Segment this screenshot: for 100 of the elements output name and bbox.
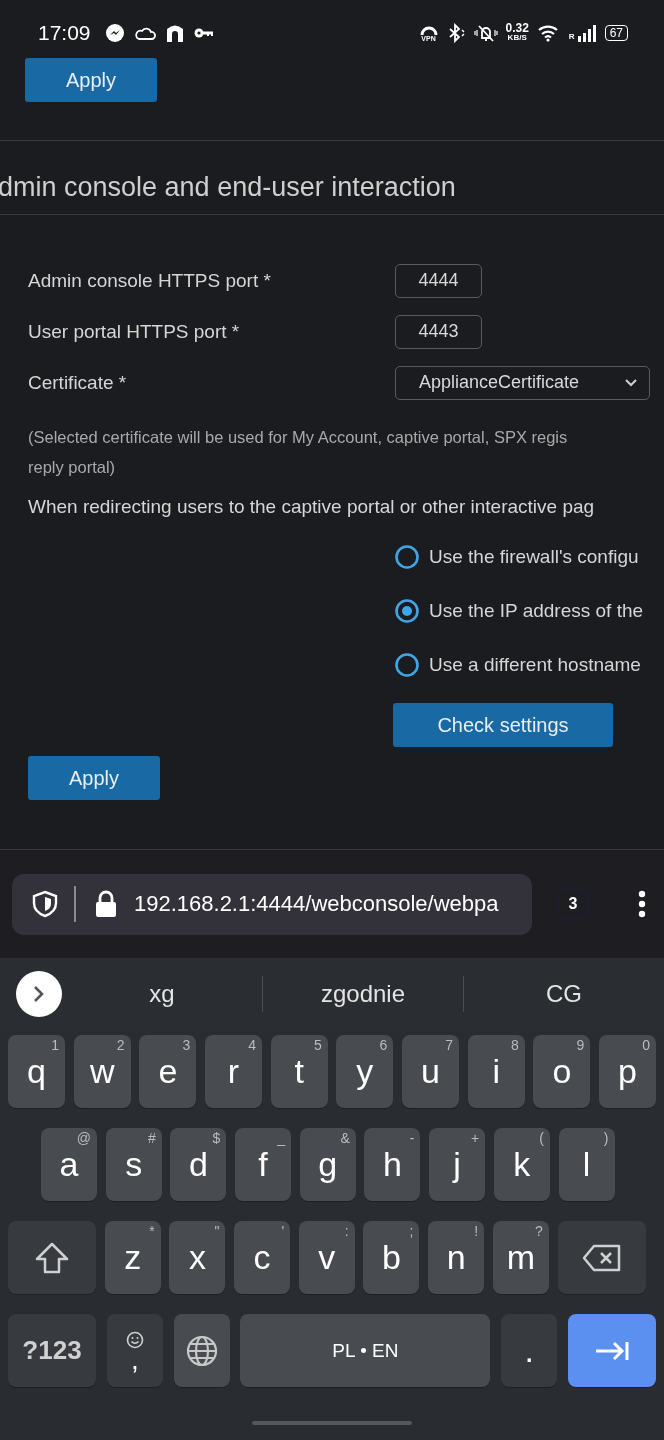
letter-key[interactable]: s # <box>105 1128 162 1201</box>
letter-key[interactable]: w 2 <box>73 1035 131 1108</box>
roaming-label: R <box>568 32 575 41</box>
key-hint: ' <box>281 1224 285 1238</box>
suggestion[interactable]: zgodnie <box>263 980 463 1008</box>
shift-key[interactable] <box>8 1221 96 1294</box>
field-label: User portal HTTPS port * <box>28 320 241 343</box>
letter-key[interactable]: x " <box>169 1221 226 1294</box>
chevron-right-icon <box>33 985 45 1003</box>
option-label: Use the firewall's configu <box>429 546 639 568</box>
tab-arrow-icon <box>594 1339 630 1362</box>
section-title: dmin console and end-user interaction <box>0 171 457 204</box>
field-label: Admin console HTTPS port * <box>28 269 272 292</box>
port-field[interactable]: 4444 <box>395 263 482 298</box>
key-hint: 2 <box>116 1038 125 1052</box>
key-hint: 9 <box>576 1038 585 1052</box>
period-key[interactable]: . <box>501 1314 558 1387</box>
letter-key[interactable]: j + <box>429 1128 486 1201</box>
backspace-icon <box>581 1242 622 1273</box>
speed-unit: KB/S <box>507 33 527 43</box>
field-label: Certificate * <box>28 371 128 394</box>
cloud-icon <box>133 25 156 41</box>
letter-key[interactable]: t 5 <box>270 1035 328 1108</box>
letter-key[interactable]: g & <box>299 1128 356 1201</box>
key-hint: # <box>147 1131 156 1145</box>
space-key[interactable]: PL • EN <box>240 1314 491 1387</box>
key-hint: - <box>409 1131 415 1145</box>
key-hint: ! <box>474 1224 479 1238</box>
globe-icon <box>185 1334 218 1367</box>
letter-key[interactable]: r 4 <box>205 1035 262 1108</box>
expand-button[interactable] <box>16 971 62 1017</box>
letter-key[interactable]: p 0 <box>599 1035 657 1108</box>
letter-key[interactable]: e 3 <box>139 1035 197 1108</box>
backspace-key[interactable] <box>557 1221 646 1294</box>
gate-icon <box>164 23 185 43</box>
key-hint: ) <box>603 1131 609 1145</box>
check-settings-button[interactable]: Check settings <box>393 703 613 747</box>
key-hint: & <box>340 1131 350 1145</box>
suggestion[interactable]: CG <box>464 980 664 1008</box>
option-label: Use the IP address of the <box>429 600 644 622</box>
port-field[interactable]: 4443 <box>395 314 482 349</box>
clock: 17:09 <box>38 21 91 45</box>
muted-bell-icon <box>473 23 498 43</box>
key-hint: ? <box>535 1224 543 1238</box>
network-speed: 0.32 <box>505 23 529 33</box>
tab-count[interactable]: 3 <box>558 889 588 919</box>
lock-icon <box>94 890 118 918</box>
key-hint: + <box>470 1131 480 1145</box>
letter-key[interactable]: q 1 <box>8 1035 65 1108</box>
key-hint: @ <box>76 1131 91 1145</box>
key-hint: 4 <box>248 1038 256 1052</box>
letter-key[interactable]: o 9 <box>533 1035 591 1108</box>
radio-button[interactable] <box>395 653 419 677</box>
key-hint: 6 <box>379 1038 388 1052</box>
letter-key[interactable]: y 6 <box>336 1035 394 1108</box>
redirect-prompt: When redirecting users to the captive portal or other interactive pag <box>28 496 596 518</box>
letter-key[interactable]: b ; <box>363 1221 420 1294</box>
letter-key[interactable]: d $ <box>170 1128 227 1201</box>
key-hint: * <box>149 1224 155 1238</box>
letter-key[interactable]: h - <box>364 1128 421 1201</box>
option-label: Use a different hostname <box>429 654 641 676</box>
language-key[interactable] <box>173 1314 230 1387</box>
letter-key[interactable]: m ? <box>492 1221 549 1294</box>
key-hint: " <box>214 1224 220 1238</box>
apply-button[interactable]: Apply <box>28 756 160 800</box>
letter-key[interactable]: v : <box>298 1221 355 1294</box>
next-key[interactable] <box>568 1314 656 1387</box>
key-hint: _ <box>277 1131 286 1145</box>
key-hint: ( <box>539 1131 544 1145</box>
letter-key[interactable]: u 7 <box>402 1035 459 1108</box>
key-icon <box>193 27 214 39</box>
radio-button[interactable] <box>395 545 419 569</box>
certificate-dropdown[interactable]: ApplianceCertificate <box>395 365 650 400</box>
radio-button[interactable] <box>395 599 419 623</box>
shift-icon <box>34 1240 70 1275</box>
signal-icon <box>576 24 597 42</box>
key-hint: : <box>344 1224 349 1238</box>
letter-key[interactable]: f _ <box>235 1128 292 1201</box>
key-hint: 3 <box>182 1038 191 1052</box>
key-hint: 8 <box>510 1038 519 1052</box>
note-text: reply portal) <box>28 457 117 478</box>
symbols-key[interactable]: ?123 <box>8 1314 96 1387</box>
letter-key[interactable]: z * <box>104 1221 161 1294</box>
emoji-icon <box>125 1330 144 1349</box>
letter-key[interactable]: a @ <box>41 1128 97 1201</box>
apply-button[interactable]: Apply <box>25 58 157 102</box>
key-hint: 7 <box>445 1038 453 1052</box>
key-hint: 1 <box>51 1038 59 1052</box>
shield-icon <box>32 890 58 918</box>
letter-key[interactable]: k ( <box>493 1128 550 1201</box>
suggestion[interactable]: xg <box>62 980 262 1008</box>
key-hint: ; <box>409 1224 414 1238</box>
key-hint: $ <box>212 1131 221 1145</box>
letter-key[interactable]: c ' <box>234 1221 291 1294</box>
note-text: (Selected certificate will be used for My Account, captive portal, SPX regis <box>28 427 569 448</box>
letter-key[interactable]: l ) <box>558 1128 615 1201</box>
letter-key[interactable]: i 8 <box>467 1035 525 1108</box>
address-bar[interactable]: 192.168.2.1:4444/webconsole/webpa <box>12 873 532 935</box>
letter-key[interactable]: n ! <box>428 1221 485 1294</box>
comma-key[interactable]: , <box>106 1314 163 1387</box>
